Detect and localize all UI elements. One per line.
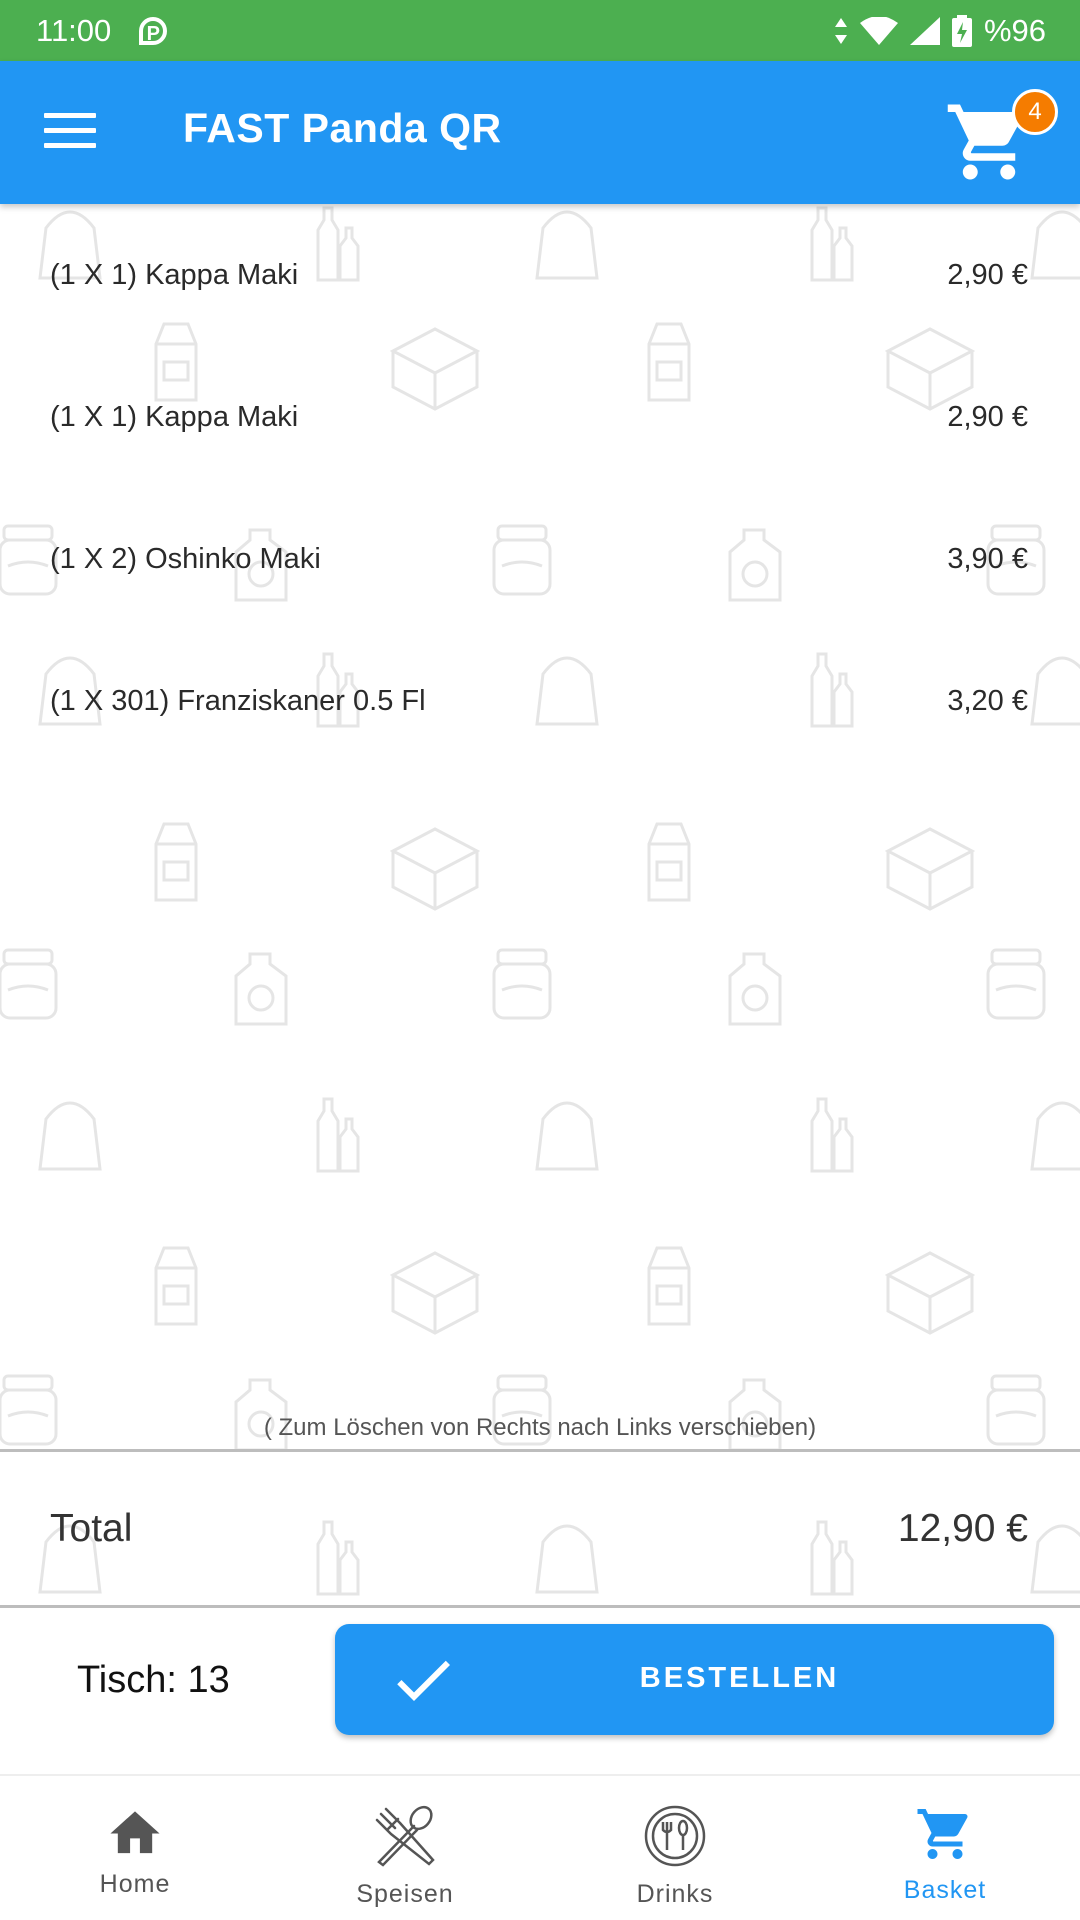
- app-bar: FAST Panda QR 4: [0, 61, 1080, 204]
- basket-item[interactable]: (1 X 1) Kappa Maki 2,90 €: [0, 204, 1080, 346]
- total-value: 12,90 €: [897, 1507, 1028, 1550]
- data-arrows-icon: [834, 17, 847, 44]
- fork-spoon-icon: [375, 1805, 435, 1867]
- total-label: Total: [50, 1507, 133, 1550]
- app-title: FAST Panda QR: [183, 105, 502, 151]
- nav-label-basket: Basket: [903, 1876, 987, 1904]
- drinks-plate-icon: [644, 1805, 706, 1867]
- nav-label-speisen: Speisen: [356, 1880, 454, 1908]
- cart-button[interactable]: 4: [944, 81, 1064, 191]
- status-right: %96: [834, 13, 1046, 49]
- basket-list: (1 X 1) Kappa Maki 2,90 € (1 X 1) Kappa …: [0, 204, 1080, 772]
- signal-icon: [909, 16, 940, 45]
- swipe-delete-hint: ( Zum Löschen von Rechts nach Links vers…: [263, 1414, 817, 1441]
- status-left: 11:00 P: [36, 12, 168, 49]
- nav-item-drinks[interactable]: Drinks: [540, 1776, 810, 1920]
- battery-level: %96: [983, 12, 1046, 48]
- app-indicator-icon: P: [139, 16, 168, 45]
- divider: [0, 1449, 1080, 1452]
- app-indicator-letter: P: [146, 22, 160, 45]
- basket-item-label: (1 X 2) Oshinko Maki: [50, 542, 321, 575]
- cart-count-badge: 4: [1012, 89, 1058, 135]
- basket-item-price: 2,90 €: [947, 400, 1028, 433]
- table-number-label: Tisch: 13: [77, 1659, 230, 1701]
- nav-item-basket[interactable]: Basket: [810, 1776, 1080, 1920]
- total-row: Total 12,90 €: [0, 1453, 1080, 1605]
- status-bar: 11:00 P %96: [0, 0, 1080, 61]
- basket-item-label: (1 X 1) Kappa Maki: [50, 258, 299, 291]
- divider: [0, 1605, 1080, 1608]
- home-icon: [110, 1811, 160, 1854]
- basket-item-price: 3,20 €: [947, 684, 1028, 717]
- basket-item[interactable]: (1 X 2) Oshinko Maki 3,90 €: [0, 488, 1080, 630]
- cart-icon: [917, 1809, 968, 1859]
- nav-item-speisen[interactable]: Speisen: [270, 1776, 540, 1920]
- battery-charging-icon: [951, 14, 972, 47]
- nav-item-home[interactable]: Home: [0, 1776, 270, 1920]
- basket-item[interactable]: (1 X 1) Kappa Maki 2,90 €: [0, 346, 1080, 488]
- basket-item-price: 3,90 €: [947, 542, 1028, 575]
- basket-item[interactable]: (1 X 301) Franziskaner 0.5 Fl 3,20 €: [0, 630, 1080, 772]
- order-button-label: BESTELLEN: [639, 1662, 840, 1694]
- basket-item-price: 2,90 €: [947, 258, 1028, 291]
- order-area: Tisch: 13 BESTELLEN: [0, 1609, 1080, 1774]
- status-time: 11:00: [36, 12, 112, 48]
- basket-item-label: (1 X 301) Franziskaner 0.5 Fl: [50, 684, 426, 717]
- wifi-icon: [859, 16, 898, 45]
- nav-label-drinks: Drinks: [636, 1880, 714, 1908]
- hamburger-menu-icon[interactable]: [44, 113, 96, 153]
- bottom-nav: Home Speisen Drinks Basket: [0, 1774, 1080, 1920]
- order-button[interactable]: BESTELLEN: [335, 1624, 1054, 1735]
- nav-label-home: Home: [99, 1870, 171, 1898]
- basket-item-label: (1 X 1) Kappa Maki: [50, 400, 299, 433]
